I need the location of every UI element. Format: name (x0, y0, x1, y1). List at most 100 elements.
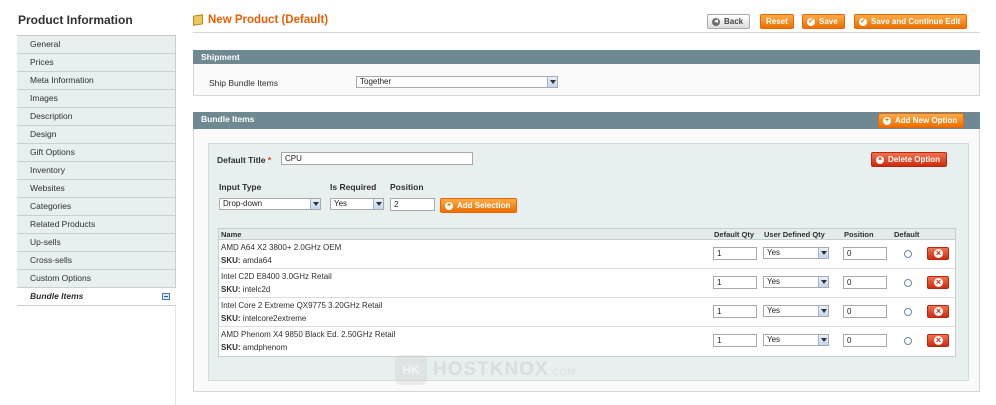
reset-button-label: Reset (766, 17, 788, 26)
sidebar-item-general[interactable]: General (17, 36, 176, 54)
back-button[interactable]: ◂ Back (707, 14, 751, 29)
product-name: AMD Phenom X4 9850 Black Ed. 2.50GHz Ret… (221, 330, 396, 339)
default-radio[interactable] (904, 337, 912, 345)
sku-value: intelc2d (242, 285, 271, 294)
position-input[interactable]: 0 (843, 334, 887, 347)
default-radio[interactable] (904, 250, 912, 258)
position-label: Position (390, 182, 424, 192)
watermark-brand: HOSTKNOX (433, 359, 549, 380)
save-button[interactable]: ✓ Save (802, 14, 845, 29)
page-title-text: New Product (Default) (208, 14, 329, 26)
input-type-value: Drop-down (223, 199, 263, 208)
sku-value: intelcore2extreme (242, 314, 307, 323)
plus-icon: + (883, 116, 891, 125)
table-header: Name Default Qty User Defined Qty Positi… (219, 229, 955, 240)
chevron-down-icon (547, 77, 557, 87)
sidebar-item-bundle-items[interactable]: Bundle Items (17, 288, 176, 306)
reset-button[interactable]: Reset (760, 14, 794, 29)
save-continue-button[interactable]: ✓ Save and Continue Edit (854, 14, 968, 29)
default-qty-input[interactable]: 1 (713, 276, 757, 289)
sidebar-item-description[interactable]: Description (17, 108, 176, 126)
default-qty-input[interactable]: 1 (713, 247, 757, 260)
shipment-section-header: Shipment (193, 50, 980, 64)
user-defined-qty-select[interactable]: Yes (763, 334, 829, 346)
watermark-suffix: .COM (548, 367, 577, 377)
delete-option-button[interactable]: × Delete Option (871, 152, 948, 167)
sku-value: amdphenom (242, 343, 288, 352)
default-radio[interactable] (904, 279, 912, 287)
save-check-icon: ✓ (807, 17, 815, 26)
ship-bundle-items-select[interactable]: Together (356, 76, 558, 88)
sidebar-item-categories[interactable]: Categories (17, 198, 176, 216)
sidebar-item-cross-sells[interactable]: Cross-sells (17, 252, 176, 270)
page-header: New Product (Default) ◂ Back Reset ✓ Sav… (193, 11, 980, 33)
is-required-value: Yes (334, 199, 348, 208)
sidebar-item-custom-options[interactable]: Custom Options (17, 270, 176, 288)
shipment-section-body (193, 64, 980, 96)
user-defined-qty-value: Yes (767, 248, 781, 257)
is-required-select[interactable]: Yes (330, 198, 384, 210)
back-arrow-icon: ◂ (712, 17, 720, 26)
chevron-down-icon (818, 335, 828, 345)
sidebar-divider (175, 304, 176, 405)
add-new-option-label: Add New Option (895, 116, 958, 125)
input-type-select[interactable]: Drop-down (219, 198, 321, 210)
default-title-label-text: Default Title (217, 155, 266, 165)
delete-row-button[interactable] (927, 247, 949, 260)
position-input[interactable]: 0 (843, 305, 887, 318)
chevron-down-icon (818, 306, 828, 316)
table-row: AMD A64 X2 3800+ 2.0GHz OEM SKU: amda64 … (219, 240, 955, 269)
collapse-icon[interactable] (162, 293, 170, 300)
default-title-label: Default Title * (217, 155, 271, 165)
column-user-defined-qty: User Defined Qty (764, 230, 825, 239)
column-position: Position (844, 230, 874, 239)
delete-row-button[interactable] (927, 305, 949, 318)
sidebar-item-prices[interactable]: Prices (17, 54, 176, 72)
add-selection-button[interactable]: + Add Selection (440, 198, 518, 213)
default-title-input[interactable]: CPU (281, 152, 473, 165)
user-defined-qty-select[interactable]: Yes (763, 305, 829, 317)
sidebar-item-up-sells[interactable]: Up-sells (17, 234, 176, 252)
sidebar-tabs: General Prices Meta Information Images D… (17, 35, 176, 306)
table-row: AMD Phenom X4 9850 Black Ed. 2.50GHz Ret… (219, 327, 955, 356)
product-name: Intel C2D E8400 3.0GHz Retail (221, 272, 332, 281)
product-sku: SKU: amdphenom (221, 343, 287, 352)
sidebar-item-gift-options[interactable]: Gift Options (17, 144, 176, 162)
add-new-option-button[interactable]: + Add New Option (878, 113, 965, 128)
column-name: Name (221, 230, 242, 239)
watermark-logo: HK (395, 355, 427, 385)
sidebar-item-design[interactable]: Design (17, 126, 176, 144)
sidebar-item-websites[interactable]: Websites (17, 180, 176, 198)
product-name: AMD A64 X2 3800+ 2.0GHz OEM (221, 243, 342, 252)
position-input[interactable]: 0 (843, 247, 887, 260)
sku-value: amda64 (242, 256, 272, 265)
watermark: HK HOSTKNOX.COM (395, 355, 576, 385)
delete-row-button[interactable] (927, 276, 949, 289)
user-defined-qty-value: Yes (767, 277, 781, 286)
input-type-label: Input Type (219, 182, 262, 192)
delete-row-button[interactable] (927, 334, 949, 347)
delete-option-label: Delete Option (888, 155, 941, 164)
sku-label: SKU: (221, 314, 241, 323)
default-radio[interactable] (904, 308, 912, 316)
product-sku: SKU: amda64 (221, 256, 272, 265)
user-defined-qty-select[interactable]: Yes (763, 247, 829, 259)
user-defined-qty-select[interactable]: Yes (763, 276, 829, 288)
position-input[interactable]: 2 (390, 198, 435, 211)
table-row: Intel C2D E8400 3.0GHz Retail SKU: intel… (219, 269, 955, 298)
sidebar-item-images[interactable]: Images (17, 90, 176, 108)
required-asterisk: * (267, 155, 272, 165)
sidebar-item-related-products[interactable]: Related Products (17, 216, 176, 234)
sidebar-item-meta-information[interactable]: Meta Information (17, 72, 176, 90)
table-row: Intel Core 2 Extreme QX9775 3.20GHz Reta… (219, 298, 955, 327)
default-qty-input[interactable]: 1 (713, 334, 757, 347)
sku-label: SKU: (221, 343, 241, 352)
save-button-label: Save (819, 17, 838, 26)
save-continue-check-icon: ✓ (859, 17, 867, 26)
position-input[interactable]: 0 (843, 276, 887, 289)
sidebar-item-label: Bundle Items (30, 291, 84, 301)
default-qty-input[interactable]: 1 (713, 305, 757, 318)
product-name: Intel Core 2 Extreme QX9775 3.20GHz Reta… (221, 301, 383, 310)
is-required-label: Is Required (330, 182, 377, 192)
sidebar-item-inventory[interactable]: Inventory (17, 162, 176, 180)
